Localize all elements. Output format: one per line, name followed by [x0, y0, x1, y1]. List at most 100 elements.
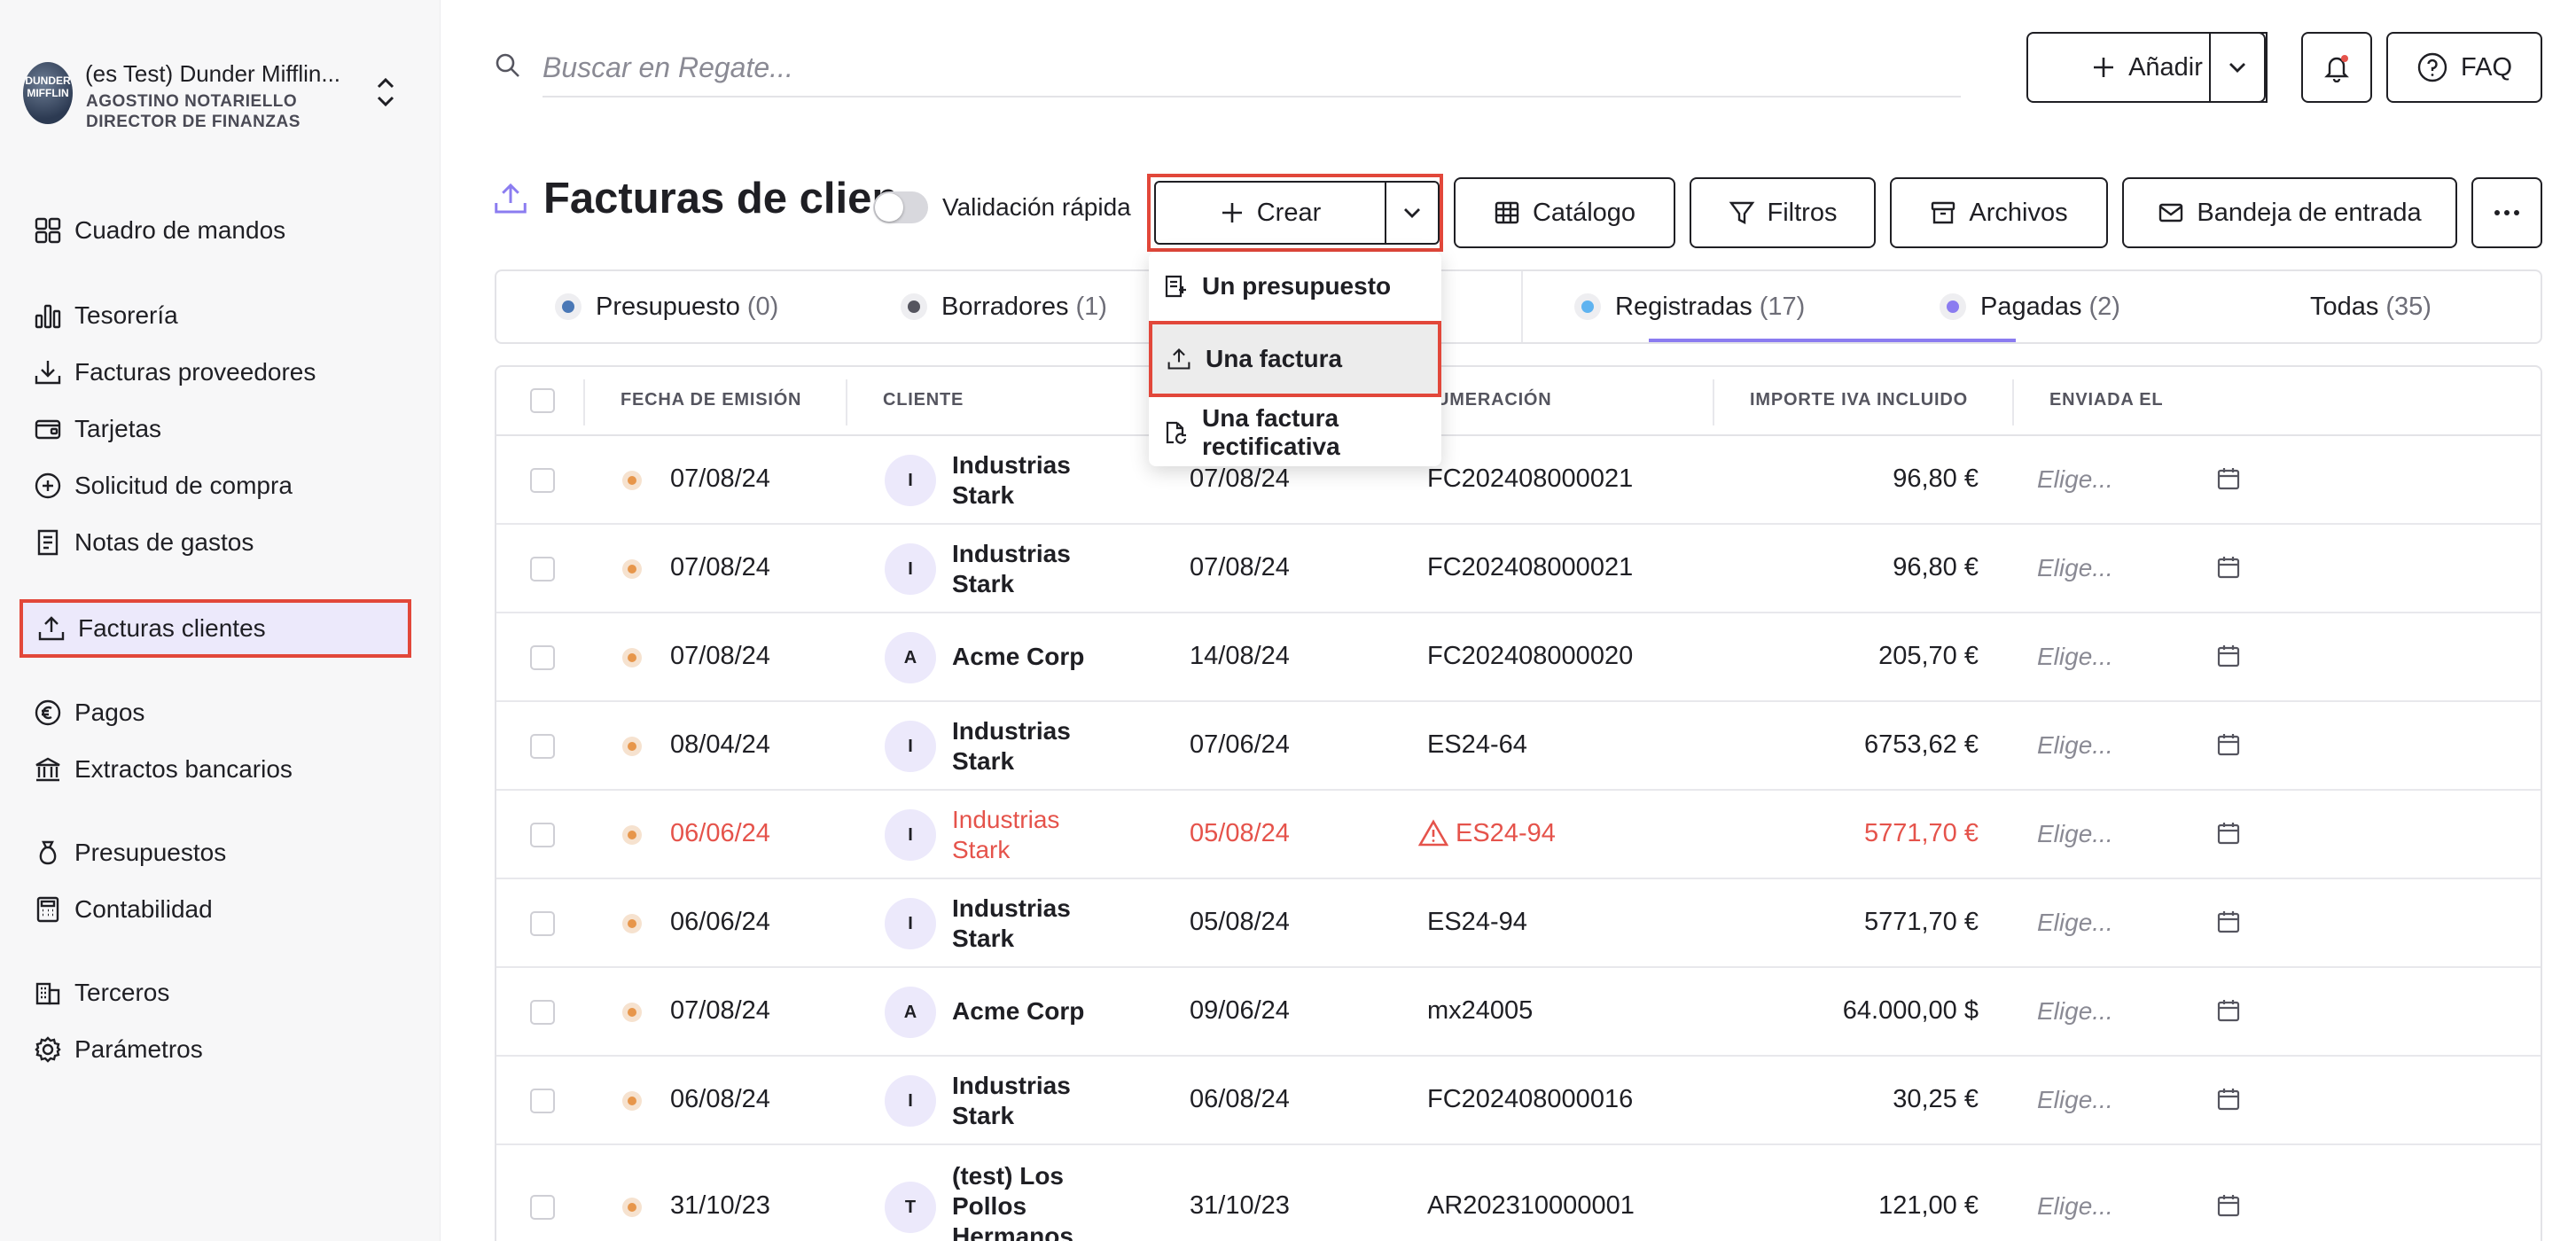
- sent-date-picker[interactable]: Elige...: [2037, 820, 2113, 848]
- sent-date-picker[interactable]: Elige...: [2037, 997, 2113, 1026]
- client-avatar: T: [885, 1182, 936, 1233]
- table-row[interactable]: 06/06/24 I Industrias Stark 05/08/24 ES2…: [496, 791, 2541, 879]
- sidebar-item-third-parties[interactable]: Terceros: [20, 966, 410, 1019]
- search-input[interactable]: [543, 39, 1961, 98]
- sidebar-item-dashboard[interactable]: Cuadro de mandos: [20, 204, 410, 257]
- client-avatar: I: [885, 455, 936, 506]
- calendar-icon[interactable]: [2216, 466, 2241, 491]
- table-row[interactable]: 31/10/23 T (test) Los Pollos Hermanos 31…: [496, 1145, 2541, 1241]
- sidebar-item-accounting[interactable]: Contabilidad: [20, 883, 410, 936]
- table-row[interactable]: 06/06/24 I Industrias Stark 05/08/24 ES2…: [496, 879, 2541, 968]
- sidebar-item-purchase-request[interactable]: Solicitud de compra: [20, 459, 410, 512]
- calendar-icon[interactable]: [2216, 555, 2241, 580]
- calendar-icon[interactable]: [2216, 998, 2241, 1023]
- row-checkbox[interactable]: [530, 734, 555, 759]
- column-issue-date[interactable]: FECHA DE EMISIÓN: [621, 390, 801, 410]
- sidebar-item-label: Notas de gastos: [74, 528, 254, 556]
- euro-icon: [34, 699, 62, 727]
- sent-date-picker[interactable]: Elige...: [2037, 909, 2113, 937]
- due-date: 14/08/24: [1190, 642, 1290, 670]
- menu-item-quote[interactable]: Un presupuesto: [1149, 259, 1441, 314]
- select-all-checkbox[interactable]: [530, 388, 555, 413]
- table-row[interactable]: 07/08/24 I Industrias Stark 07/08/24 FC2…: [496, 525, 2541, 613]
- calendar-icon[interactable]: [2216, 909, 2241, 934]
- ellipsis-icon: [2494, 210, 2519, 215]
- column-numbering[interactable]: UMERACIÓN: [1436, 390, 1552, 410]
- calendar-icon[interactable]: [2216, 644, 2241, 668]
- sidebar-item-payments[interactable]: Pagos: [20, 686, 410, 739]
- calculator-icon: [34, 895, 62, 924]
- row-checkbox[interactable]: [530, 645, 555, 670]
- table-row[interactable]: 06/08/24 I Industrias Stark 06/08/24 FC2…: [496, 1057, 2541, 1145]
- column-client[interactable]: CLIENTE: [883, 390, 964, 410]
- calendar-icon[interactable]: [2216, 1193, 2241, 1218]
- client-name: Industrias Stark: [952, 540, 1071, 597]
- column-sent-at[interactable]: ENVIADA EL: [2049, 390, 2163, 410]
- sent-date-picker[interactable]: Elige...: [2037, 554, 2113, 582]
- filters-button[interactable]: Filtros: [1690, 177, 1876, 248]
- row-checkbox[interactable]: [530, 468, 555, 493]
- company-switcher[interactable]: DUNDER MIFFLIN (es Test) Dunder Mifflin.…: [23, 57, 413, 145]
- sent-date-picker[interactable]: Elige...: [2037, 643, 2113, 671]
- client-avatar: I: [885, 1075, 936, 1127]
- files-button[interactable]: Archivos: [1890, 177, 2108, 248]
- menu-item-corrective-invoice[interactable]: Una factura rectificativa: [1149, 401, 1441, 464]
- sidebar-item-budgets[interactable]: Presupuestos: [20, 826, 410, 879]
- sent-date-picker[interactable]: Elige...: [2037, 465, 2113, 494]
- calendar-icon[interactable]: [2216, 732, 2241, 757]
- faq-button[interactable]: FAQ: [2386, 32, 2542, 103]
- menu-item-invoice[interactable]: Una factura: [1149, 321, 1441, 397]
- sent-date-picker[interactable]: Elige...: [2037, 1086, 2113, 1114]
- column-divider: [1713, 379, 1714, 425]
- tab-registered[interactable]: Registradas (17): [1574, 271, 1805, 342]
- tab-drafts[interactable]: Borradores (1): [901, 271, 1107, 342]
- more-actions-button[interactable]: [2471, 177, 2542, 248]
- table-row[interactable]: 07/08/24 A Acme Corp 09/06/24 mx24005 64…: [496, 968, 2541, 1057]
- sent-date-picker[interactable]: Elige...: [2037, 731, 2113, 760]
- status-dot: [622, 648, 642, 667]
- bar-chart-icon: [34, 301, 62, 330]
- catalog-button[interactable]: Catálogo: [1454, 177, 1675, 248]
- download-tray-icon: [34, 358, 62, 386]
- sidebar-item-client-invoices[interactable]: Facturas clientes: [20, 599, 411, 658]
- notifications-button[interactable]: [2301, 32, 2372, 103]
- create-dropdown-button[interactable]: [1385, 181, 1440, 245]
- sidebar-item-cards[interactable]: Tarjetas: [20, 402, 410, 456]
- sidebar-item-supplier-invoices[interactable]: Facturas proveedores: [20, 346, 410, 399]
- table-row[interactable]: 07/08/24 A Acme Corp 14/08/24 FC20240800…: [496, 613, 2541, 702]
- row-checkbox[interactable]: [530, 1089, 555, 1113]
- status-dot: [622, 471, 642, 490]
- sidebar-item-bank-statements[interactable]: Extractos bancarios: [20, 743, 410, 796]
- row-checkbox[interactable]: [530, 823, 555, 847]
- row-checkbox[interactable]: [530, 1000, 555, 1025]
- sidebar-item-label: Tesorería: [74, 301, 178, 329]
- create-button[interactable]: Crear: [1154, 181, 1386, 245]
- table-row[interactable]: 08/04/24 I Industrias Stark 07/06/24 ES2…: [496, 702, 2541, 791]
- invoice-number: ES24-64: [1427, 730, 1527, 759]
- tab-paid[interactable]: Pagadas (2): [1940, 271, 2120, 342]
- invoices-table: FECHA DE EMISIÓN CLIENTE UMERACIÓN IMPOR…: [495, 365, 2542, 1241]
- table-row[interactable]: 07/08/24 I Industrias Stark 07/08/24 FC2…: [496, 436, 2541, 525]
- status-dot: [622, 559, 642, 579]
- client-avatar: I: [885, 898, 936, 949]
- invoice-number: mx24005: [1427, 996, 1534, 1025]
- sidebar-item-treasury[interactable]: Tesorería: [20, 289, 410, 342]
- row-checkbox[interactable]: [530, 557, 555, 581]
- tab-quotes[interactable]: Presupuesto (0): [555, 271, 778, 342]
- calendar-icon[interactable]: [2216, 1087, 2241, 1112]
- create-button-group: Crear: [1147, 174, 1443, 252]
- sent-date-picker[interactable]: Elige...: [2037, 1192, 2113, 1221]
- inbox-button[interactable]: Bandeja de entrada: [2122, 177, 2457, 248]
- quick-validation-toggle[interactable]: [873, 191, 928, 223]
- sidebar-item-expense-notes[interactable]: Notas de gastos: [20, 516, 410, 569]
- sidebar-item-label: Facturas clientes: [78, 614, 266, 642]
- calendar-icon[interactable]: [2216, 821, 2241, 846]
- column-amount[interactable]: IMPORTE IVA INCLUIDO: [1750, 390, 1968, 410]
- add-dropdown-button[interactable]: [2209, 32, 2266, 103]
- chevron-up-down-icon[interactable]: [374, 73, 397, 112]
- row-checkbox[interactable]: [530, 1195, 555, 1220]
- tab-all[interactable]: Todas (35): [2310, 271, 2432, 342]
- grid-icon: [1495, 201, 1519, 224]
- row-checkbox[interactable]: [530, 911, 555, 936]
- sidebar-item-settings[interactable]: Parámetros: [20, 1023, 410, 1076]
